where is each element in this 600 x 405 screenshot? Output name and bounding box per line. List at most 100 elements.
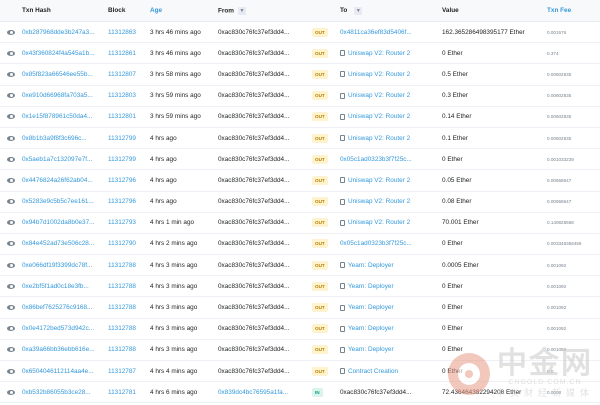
block-link[interactable]: 11312787 (108, 368, 150, 375)
txn-hash-link[interactable]: 0x85f823a66546ee55b... (22, 71, 108, 78)
txn-hash-link[interactable]: 0x0e4172bed573d942c... (22, 325, 108, 332)
eye-icon[interactable] (7, 220, 15, 226)
to-address[interactable]: 0x05c1ad0323b3f7f25c... (340, 156, 412, 163)
to-address[interactable]: 0x05c1ad0323b3f7f25c... (340, 240, 412, 247)
txn-hash-link[interactable]: 0xb287968dde3b247a3... (22, 29, 108, 36)
from-address[interactable]: 0x839dc4bc76595a1fa... (218, 389, 312, 396)
view-cell[interactable] (0, 305, 22, 311)
view-cell[interactable] (0, 326, 22, 332)
block-link[interactable]: 11312807 (108, 71, 150, 78)
to-address[interactable]: Yearn: Deployer (348, 283, 394, 290)
to-address[interactable]: Uniswap V2: Router 2 (348, 219, 410, 226)
to-address[interactable]: Yearn: Deployer (348, 325, 394, 332)
block-link[interactable]: 11312803 (108, 92, 150, 99)
view-cell[interactable] (0, 283, 22, 289)
to-address[interactable]: Yearn: Deployer (348, 346, 394, 353)
view-cell[interactable] (0, 389, 22, 395)
to-address[interactable]: Uniswap V2: Router 2 (348, 92, 410, 99)
eye-icon[interactable] (7, 241, 15, 247)
block-link[interactable]: 11312788 (108, 325, 150, 332)
txn-hash-link[interactable]: 0x94b7d1002da8b0e37... (22, 219, 108, 226)
header-txn-fee[interactable]: Txn Fee (547, 7, 600, 14)
view-cell[interactable] (0, 262, 22, 268)
view-cell[interactable] (0, 29, 22, 35)
eye-icon[interactable] (7, 50, 15, 56)
block-link[interactable]: 11312788 (108, 262, 150, 269)
block-link[interactable]: 11312781 (108, 389, 150, 396)
view-cell[interactable] (0, 241, 22, 247)
to-address[interactable]: Uniswap V2: Router 2 (348, 177, 410, 184)
to-address[interactable]: 0x4811ca36ef83d5406f... (340, 29, 412, 36)
from-address: 0xac830c76fc37ef3dd4... (218, 367, 290, 375)
block-link[interactable]: 11312788 (108, 283, 150, 290)
txn-hash-link[interactable]: 0xe910d66968fa703a5... (22, 92, 108, 99)
eye-icon[interactable] (7, 283, 15, 289)
block-link[interactable]: 11312796 (108, 177, 150, 184)
txn-hash-link[interactable]: 0x84e452ad73e506c28... (22, 240, 108, 247)
txn-hash-link[interactable]: 0xe066df19f3399dc78f... (22, 262, 108, 269)
txn-hash-link[interactable]: 0x1e15f878961c50da4... (22, 113, 108, 120)
block-link[interactable]: 11312801 (108, 113, 150, 120)
to-address[interactable]: Uniswap V2: Router 2 (348, 113, 410, 120)
eye-icon[interactable] (7, 326, 15, 332)
txn-hash-link[interactable]: 0xa39a66bb36ebb616e... (22, 346, 108, 353)
to-address[interactable]: Contract Creation (348, 368, 398, 375)
txn-hash-link[interactable]: 0xe2bf5f1ad0c18e3fb... (22, 283, 108, 290)
view-cell[interactable] (0, 114, 22, 120)
eye-icon[interactable] (7, 368, 15, 374)
header-age[interactable]: Age (150, 7, 218, 14)
block-link[interactable]: 11312788 (108, 304, 150, 311)
filter-icon[interactable]: ▼ (237, 6, 246, 15)
eye-icon[interactable] (7, 156, 15, 162)
eye-icon[interactable] (7, 29, 15, 35)
eye-icon[interactable] (7, 71, 15, 77)
block-link[interactable]: 11312799 (108, 156, 150, 163)
block-link[interactable]: 11312790 (108, 240, 150, 247)
block-link[interactable]: 11312788 (108, 346, 150, 353)
txn-hash-link[interactable]: 0x43f360824f4a545a1b... (22, 50, 108, 57)
view-cell[interactable] (0, 71, 22, 77)
to-address[interactable]: Uniswap V2: Router 2 (348, 198, 410, 205)
txn-hash-link[interactable]: 0x8b1b3a9f8f3c696c... (22, 135, 108, 142)
txn-hash-link[interactable]: 0x86bef7625276c9168... (22, 304, 108, 311)
age-cell: 4 hrs 3 mins ago (150, 325, 198, 333)
txn-hash-link[interactable]: 0xb532b86055b3ce28... (22, 389, 108, 396)
block-link[interactable]: 11312796 (108, 198, 150, 205)
to-address[interactable]: Uniswap V2: Router 2 (348, 50, 410, 57)
eye-icon[interactable] (7, 389, 15, 395)
eye-icon[interactable] (7, 177, 15, 183)
view-cell[interactable] (0, 50, 22, 56)
view-cell[interactable] (0, 177, 22, 183)
to-address[interactable]: Yearn: Deployer (348, 262, 394, 269)
table-row: 0x85f823a66546ee55b... 11312807 3 hrs 58 m… (0, 64, 600, 86)
view-cell[interactable] (0, 135, 22, 141)
txn-hash-link[interactable]: 0x5aeb1a7c132097e7f... (22, 156, 108, 163)
view-cell[interactable] (0, 199, 22, 205)
view-cell[interactable] (0, 368, 22, 374)
direction-badge: OUT (312, 324, 328, 334)
eye-icon[interactable] (7, 199, 15, 205)
txn-hash-link[interactable]: 0x6504046112114aa4e... (22, 368, 108, 375)
eye-icon[interactable] (7, 93, 15, 99)
to-address[interactable]: Uniswap V2: Router 2 (348, 135, 410, 142)
direction-cell: OUT (312, 175, 340, 185)
view-cell[interactable] (0, 347, 22, 353)
block-link[interactable]: 11312799 (108, 135, 150, 142)
eye-icon[interactable] (7, 114, 15, 120)
block-link[interactable]: 11312861 (108, 50, 150, 57)
fee-cell: 0.0008 (547, 389, 562, 395)
block-link[interactable]: 11312793 (108, 219, 150, 226)
to-address[interactable]: Yearn: Deployer (348, 304, 394, 311)
view-cell[interactable] (0, 220, 22, 226)
filter-icon[interactable]: ▼ (354, 6, 363, 15)
eye-icon[interactable] (7, 262, 15, 268)
txn-hash-link[interactable]: 0x5283e9c5b5c7ee161... (22, 198, 108, 205)
eye-icon[interactable] (7, 135, 15, 141)
eye-icon[interactable] (7, 305, 15, 311)
view-cell[interactable] (0, 93, 22, 99)
to-address[interactable]: Uniswap V2: Router 2 (348, 71, 410, 78)
block-link[interactable]: 11312863 (108, 29, 150, 36)
txn-hash-link[interactable]: 0x4476824a26f62ab04... (22, 177, 108, 184)
eye-icon[interactable] (7, 347, 15, 353)
view-cell[interactable] (0, 156, 22, 162)
